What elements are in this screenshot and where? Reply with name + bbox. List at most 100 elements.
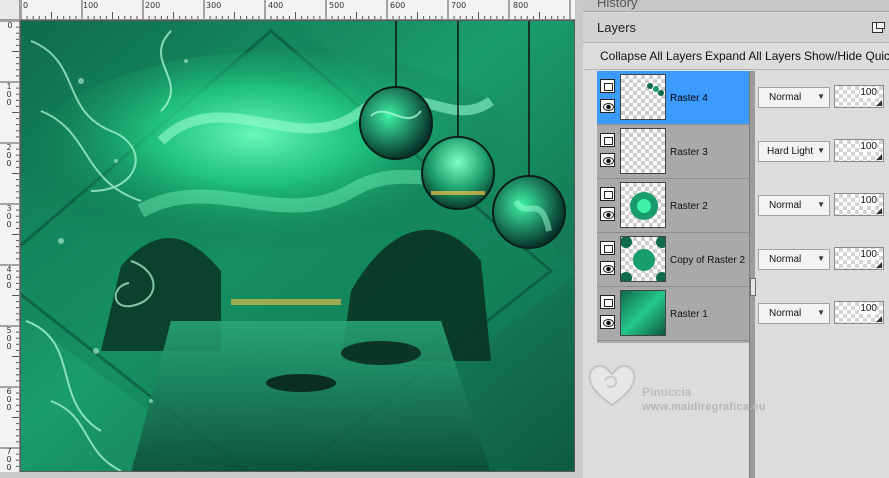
opacity-value: 100 (860, 195, 877, 206)
ruler-h-label: 600 (390, 1, 406, 10)
blend-mode-dropdown[interactable]: Normal ▼ (758, 249, 830, 270)
layers-palette-header[interactable]: Layers (583, 13, 889, 43)
opacity-field[interactable]: 100 (834, 247, 884, 270)
blend-mode-dropdown[interactable]: Normal ▼ (758, 303, 830, 324)
watermark-site: www.maidiregrafica.eu (642, 401, 766, 413)
layer-name: Raster 4 (670, 93, 708, 104)
opacity-field[interactable]: 100 (834, 193, 884, 216)
ruler-h-label: 400 (268, 1, 284, 10)
layer-row-icons (600, 241, 616, 281)
blend-mode-dropdown[interactable]: Normal ▼ (758, 87, 830, 108)
layer-row-raster-1[interactable]: Raster 1 (597, 287, 749, 341)
collapse-all-layers-button[interactable]: Collapse All Layers (600, 49, 702, 63)
opacity-slider-corner-icon (876, 154, 882, 160)
opacity-slider-corner-icon (876, 262, 882, 268)
ruler-v-label-stack: 500 (6, 327, 14, 351)
blend-mode-value: Normal (769, 92, 802, 103)
ruler-v-label: 100 (6, 82, 12, 107)
opacity-field[interactable]: 100 (834, 85, 884, 108)
ruler-h-label: 100 (83, 1, 99, 10)
flower-thumbnail-art (630, 192, 658, 220)
opacity-value: 100 (860, 303, 877, 314)
layer-row-icons (600, 295, 616, 335)
layer-group-icon[interactable] (600, 295, 615, 309)
ruler-corner (0, 0, 20, 20)
vertical-ruler[interactable]: 0 100 200 300 400 500 600 700 (0, 20, 20, 472)
dropdown-arrow-icon: ▼ (817, 92, 825, 101)
layer-group-icon[interactable] (600, 241, 615, 255)
visibility-eye-icon[interactable] (600, 315, 615, 329)
undock-icon[interactable] (872, 22, 885, 33)
ruler-v-label-stack: 400 (6, 266, 14, 290)
opacity-slider-corner-icon (876, 100, 882, 106)
layer-row-icons (600, 133, 616, 173)
blend-mode-dropdown[interactable]: Normal ▼ (758, 195, 830, 216)
ruler-v-label: 0 (7, 21, 13, 30)
ruler-v-label: 600 (6, 387, 12, 412)
opacity-slider-corner-icon (876, 316, 882, 322)
ruler-v-label-stack: 700 (6, 448, 14, 472)
ruler-v-label-stack: 600 (6, 388, 14, 412)
layer-row-raster-2[interactable]: Raster 2 (597, 179, 749, 233)
layer-row-raster-3[interactable]: Raster 3 (597, 125, 749, 179)
blend-mode-value: Normal (769, 200, 802, 211)
flower-edges-thumbnail-art (621, 237, 665, 281)
show-hide-quick-button[interactable]: Show/Hide Quick (804, 49, 889, 63)
visibility-eye-icon[interactable] (600, 261, 615, 275)
ruler-h-label: 700 (451, 1, 467, 10)
blend-mode-dropdown[interactable]: Hard Light ▼ (758, 141, 830, 162)
layer-row-icons (600, 79, 616, 119)
dropdown-arrow-icon: ▼ (817, 308, 825, 317)
layer-thumbnail (620, 236, 666, 282)
layer-thumbnail (620, 290, 666, 336)
ruler-v-label-stack: 100 (6, 83, 14, 107)
blend-mode-value: Normal (769, 308, 802, 319)
canvas-horizontal-scrollbar[interactable] (0, 472, 575, 478)
layers-list: Raster 4 Raster 3 Raster 2 Copy of Raste… (597, 71, 749, 343)
layer-props-raster-1: Normal ▼ 100 (755, 287, 889, 341)
ruler-v-label-stack: 300 (6, 205, 14, 229)
visibility-eye-icon[interactable] (600, 99, 615, 113)
layer-group-icon[interactable] (600, 79, 615, 93)
ornament-orb-right (492, 175, 566, 249)
horizontal-ruler[interactable]: 0 100 200 300 400 500 600 700 800 (20, 0, 575, 20)
layer-name: Raster 3 (670, 147, 708, 158)
opacity-value: 100 (860, 87, 877, 98)
ruler-v-label: 500 (6, 326, 12, 351)
visibility-eye-icon[interactable] (600, 207, 615, 221)
ruler-h-label: 800 (513, 1, 529, 10)
ruler-h-label: 200 (145, 1, 161, 10)
layer-thumbnail (620, 74, 666, 120)
opacity-field[interactable]: 100 (834, 301, 884, 324)
dropdown-arrow-icon: ▼ (817, 254, 825, 263)
layer-thumbnail (620, 182, 666, 228)
canvas-vertical-scrollbar[interactable] (575, 0, 583, 478)
layer-name: Copy of Raster 2 (670, 255, 746, 266)
watermark: Pinuccia www.maidiregrafica.eu (585, 355, 805, 425)
ornament-orb-left (359, 86, 433, 160)
layers-toolbar: Collapse All Layers Expand All Layers Sh… (583, 44, 889, 70)
ruler-v-label: 400 (6, 265, 12, 290)
blend-mode-value: Hard Light (767, 146, 814, 157)
aurora-artwork (21, 21, 574, 471)
layers-palette-title: Layers (597, 20, 637, 35)
heart-logo-icon (588, 365, 636, 407)
expand-all-layers-button[interactable]: Expand All Layers (705, 49, 801, 63)
ornament-orb-middle (421, 136, 495, 210)
layer-props-raster-3: Hard Light ▼ 100 (755, 125, 889, 179)
image-canvas[interactable] (20, 20, 575, 472)
layer-row-copy-of-raster-2[interactable]: Copy of Raster 2 (597, 233, 749, 287)
ruler-h-label: 500 (329, 1, 345, 10)
layer-properties-column: Normal ▼ 100 Hard Light ▼ 100 Normal ▼ 1… (755, 71, 889, 343)
ruler-h-label: 0 (23, 1, 29, 10)
layer-row-raster-4[interactable]: Raster 4 (597, 71, 749, 125)
visibility-eye-icon[interactable] (600, 153, 615, 167)
ruler-v-label: 300 (6, 204, 12, 229)
opacity-slider-corner-icon (876, 208, 882, 214)
layer-group-icon[interactable] (600, 187, 615, 201)
opacity-field[interactable]: 100 (834, 139, 884, 162)
dropdown-arrow-icon: ▼ (817, 200, 825, 209)
layer-name: Raster 2 (670, 201, 708, 212)
layer-group-icon[interactable] (600, 133, 615, 147)
history-palette-collapsed[interactable]: History (583, 0, 889, 12)
